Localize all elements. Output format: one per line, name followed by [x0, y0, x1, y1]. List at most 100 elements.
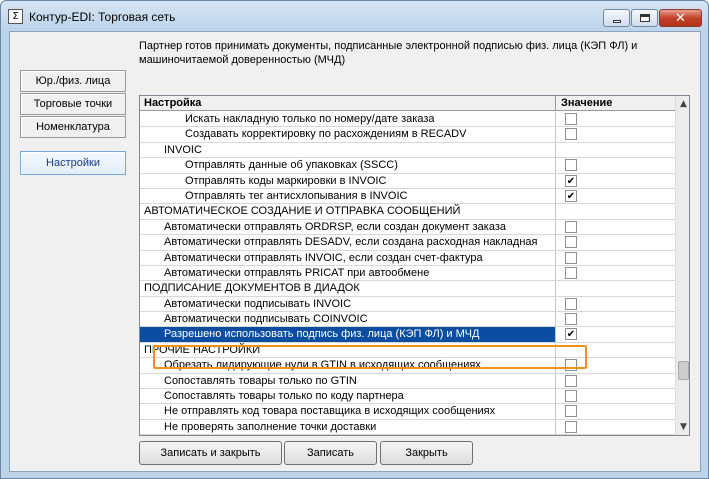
setting-value-cell	[557, 389, 675, 404]
setting-name-cell[interactable]: ПРОЧИЕ НАСТРОЙКИ	[140, 342, 556, 358]
setting-checkbox[interactable]: ✔	[565, 189, 577, 202]
setting-name-cell[interactable]: Сопоставлять товары только по коду партн…	[140, 389, 556, 405]
table-row[interactable]: Автоматически подписывать INVOIC	[140, 296, 675, 313]
setting-label: Автоматически подписывать INVOIC	[164, 297, 352, 310]
setting-name-cell[interactable]: Автоматически подписывать INVOIC	[140, 296, 556, 312]
table-row[interactable]: INVOIC	[140, 142, 675, 159]
setting-checkbox[interactable]	[565, 359, 577, 372]
setting-name-cell[interactable]: Автоматически отправлять PRICAT при авто…	[140, 265, 556, 281]
table-row[interactable]: Отправлять данные об упаковках (SSCC)	[140, 158, 675, 174]
section-header-row[interactable]: ПРОЧИЕ НАСТРОЙКИ	[140, 342, 675, 359]
setting-name-cell[interactable]: АВТОМАТИЧЕСКОЕ СОЗДАНИЕ И ОТПРАВКА СООБЩ…	[140, 204, 556, 220]
sidebar-item-nomenclature[interactable]: Номенклатура	[20, 116, 126, 138]
setting-label: Создавать корректировку по расхождениям …	[185, 128, 467, 141]
setting-name-cell[interactable]: Не отправлять код товара поставщика в ис…	[140, 404, 556, 420]
table-row[interactable]: Обрезать лидирующие нули в GTIN в исходя…	[140, 358, 675, 374]
setting-checkbox[interactable]	[565, 159, 577, 172]
grid-rows: Искать накладную только по номеру/дате з…	[140, 112, 675, 435]
setting-name-cell[interactable]: ПОДПИСАНИЕ ДОКУМЕНТОВ В ДИАДОК	[140, 281, 556, 297]
table-row[interactable]: Создавать корректировку по расхождениям …	[140, 127, 675, 143]
table-row[interactable]: Разрешено использовать подпись физ. лица…	[140, 327, 675, 343]
setting-checkbox[interactable]	[565, 313, 577, 326]
close-icon: ✕	[675, 10, 686, 26]
setting-checkbox[interactable]	[565, 220, 577, 233]
save-button[interactable]: Записать	[284, 441, 377, 465]
client-area: Партнер готов принимать документы, подпи…	[9, 31, 701, 472]
setting-checkbox[interactable]	[565, 405, 577, 418]
maximize-button[interactable]	[631, 9, 658, 27]
close-window-button[interactable]: ✕	[659, 9, 702, 27]
setting-checkbox[interactable]	[565, 236, 577, 249]
setting-checkbox[interactable]	[565, 420, 577, 433]
table-row[interactable]: Отправлять коды маркировки в INVOIC ✔	[140, 173, 675, 189]
table-row[interactable]: Отправлять тег антисхлопывания в INVOIC ✔	[140, 188, 675, 205]
sidebar-item-legal-entities[interactable]: Юр./физ. лица	[20, 70, 126, 92]
setting-name-cell[interactable]: Разрешено использовать подпись физ. лица…	[140, 327, 556, 343]
setting-name-cell[interactable]: Автоматически подписывать COINVOIC	[140, 312, 556, 328]
setting-label: АВТОМАТИЧЕСКОЕ СОЗДАНИЕ И ОТПРАВКА СООБЩ…	[144, 205, 461, 218]
setting-label: INVOIC	[164, 143, 202, 156]
setting-checkbox[interactable]	[565, 297, 577, 310]
sidebar-item-settings[interactable]: Настройки	[20, 151, 126, 175]
save-and-close-button[interactable]: Записать и закрыть	[139, 441, 282, 465]
setting-name-cell[interactable]: Обрезать лидирующие нули в GTIN в исходя…	[140, 358, 556, 374]
setting-label: Отправлять данные об упаковках (SSCC)	[185, 159, 398, 172]
setting-checkbox[interactable]	[565, 113, 577, 125]
setting-checkbox[interactable]	[565, 128, 577, 141]
setting-value-cell	[557, 204, 675, 219]
scroll-up-icon[interactable]: ▲	[676, 96, 689, 112]
table-row[interactable]: Автоматически отправлять ORDRSP, если со…	[140, 219, 675, 236]
setting-name-cell[interactable]: Искать накладную только по номеру/дате з…	[140, 112, 556, 127]
setting-checkbox[interactable]	[565, 266, 577, 279]
table-row[interactable]: Не отправлять код товара поставщика в ис…	[140, 404, 675, 420]
section-header-row[interactable]: АВТОМАТИЧЕСКОЕ СОЗДАНИЕ И ОТПРАВКА СООБЩ…	[140, 204, 675, 220]
setting-name-cell[interactable]: Отправлять данные об упаковках (SSCC)	[140, 158, 556, 174]
sidebar-item-trade-points[interactable]: Торговые точки	[20, 93, 126, 115]
setting-name-cell[interactable]: Отправлять коды маркировки в INVOIC	[140, 173, 556, 189]
partner-info-text: Партнер готов принимать документы, подпи…	[139, 40, 638, 66]
setting-checkbox[interactable]	[565, 251, 577, 264]
section-header-row[interactable]: ПОДПИСАНИЕ ДОКУМЕНТОВ В ДИАДОК	[140, 281, 675, 297]
table-row[interactable]: Автоматически отправлять INVOIC, если со…	[140, 250, 675, 266]
setting-label: ПРОЧИЕ НАСТРОЙКИ	[144, 343, 261, 356]
table-row[interactable]: Сопоставлять товары только по коду партн…	[140, 389, 675, 405]
setting-label: Разрешено использовать подпись физ. лица…	[164, 328, 480, 341]
scroll-down-icon[interactable]: ▼	[676, 419, 689, 435]
app-icon[interactable]: Σ	[8, 9, 23, 24]
setting-value-cell	[557, 266, 675, 281]
sidebar-item-label: Настройки	[46, 157, 100, 169]
setting-value-cell	[557, 374, 675, 389]
table-row[interactable]: Искать накладную только по номеру/дате з…	[140, 112, 675, 128]
setting-name-cell[interactable]: Не проверять заполнение точки доставки	[140, 419, 556, 435]
minimize-button[interactable]	[603, 9, 630, 27]
setting-name-cell[interactable]: Отправлять тег антисхлопывания в INVOIC	[140, 188, 556, 204]
setting-value-cell	[557, 127, 675, 142]
table-row[interactable]: Автоматически отправлять PRICAT при авто…	[140, 265, 675, 282]
column-header-setting[interactable]: Настройка	[140, 96, 556, 111]
setting-value-cell	[557, 158, 675, 173]
vertical-scrollbar[interactable]: ▲ ▼	[675, 96, 689, 435]
title-bar[interactable]: Σ Контур-EDI: Торговая сеть ✕	[1, 1, 708, 31]
sidebar-item-label: Торговые точки	[33, 98, 113, 110]
setting-value-cell	[557, 312, 675, 327]
setting-checkbox[interactable]: ✔	[565, 328, 577, 341]
table-row[interactable]: Автоматически подписывать COINVOIC	[140, 312, 675, 328]
close-button[interactable]: Закрыть	[380, 441, 473, 465]
setting-checkbox[interactable]	[565, 374, 577, 387]
settings-grid[interactable]: Настройка Значение Искать накладную толь…	[139, 95, 690, 436]
setting-checkbox[interactable]: ✔	[565, 174, 577, 187]
setting-checkbox[interactable]	[565, 390, 577, 403]
table-row[interactable]: Автоматически отправлять DESADV, если со…	[140, 235, 675, 251]
scroll-thumb[interactable]	[678, 361, 689, 380]
setting-name-cell[interactable]: Автоматически отправлять INVOIC, если со…	[140, 250, 556, 266]
setting-name-cell[interactable]: Сопоставлять товары только по GTIN	[140, 373, 556, 389]
table-row[interactable]: Не проверять заполнение точки доставки	[140, 419, 675, 435]
setting-name-cell[interactable]: Создавать корректировку по расхождениям …	[140, 127, 556, 143]
column-header-value[interactable]: Значение	[557, 96, 675, 111]
setting-value-cell	[557, 143, 675, 158]
setting-name-cell[interactable]: Автоматически отправлять ORDRSP, если со…	[140, 219, 556, 235]
setting-name-cell[interactable]: Автоматически отправлять DESADV, если со…	[140, 235, 556, 251]
table-row[interactable]: Сопоставлять товары только по GTIN	[140, 373, 675, 390]
setting-name-cell[interactable]: INVOIC	[140, 142, 556, 158]
setting-value-cell	[557, 343, 675, 358]
